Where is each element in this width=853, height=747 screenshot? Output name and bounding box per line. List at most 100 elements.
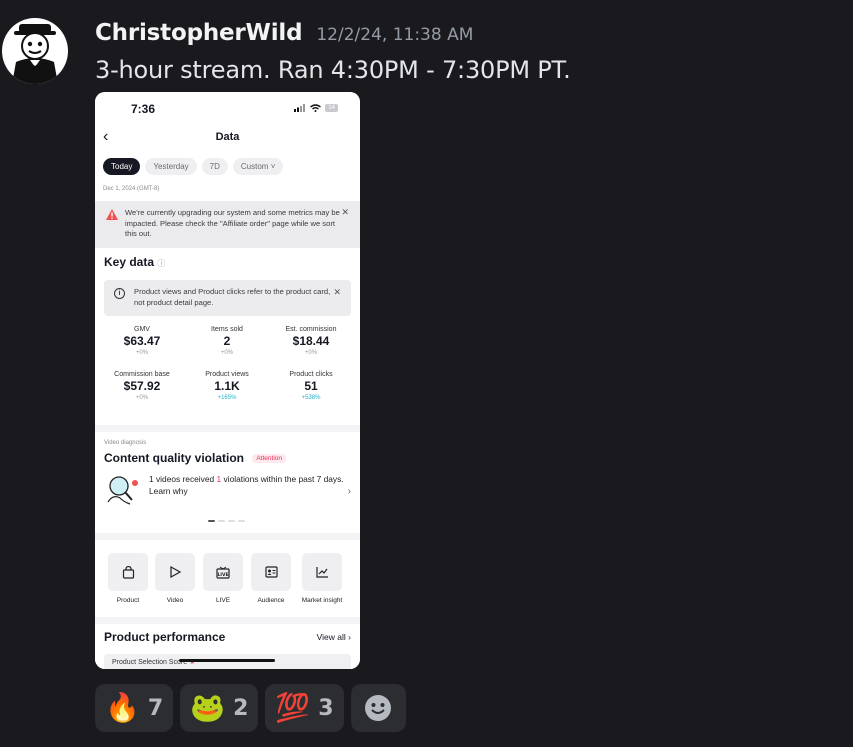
tool-live[interactable]: LIVE LIVE — [203, 553, 243, 604]
info-note: i Product views and Product clicks refer… — [104, 280, 351, 316]
shopping-bag-icon — [108, 553, 148, 591]
section-divider — [95, 617, 360, 624]
chevron-right-icon[interactable]: › — [348, 486, 351, 497]
message-text: 3-hour stream. Ran 4:30PM - 7:30PM PT. — [95, 56, 571, 84]
image-attachment[interactable]: 7:36 14 ‹ Data Today Yesterday 7D Custom… — [95, 92, 360, 669]
tab-yesterday[interactable]: Yesterday — [145, 158, 197, 175]
tool-product[interactable]: Product — [108, 553, 148, 604]
metric-value: $18.44 — [292, 334, 330, 348]
metric-value: 51 — [304, 379, 318, 393]
metric-label: Product views — [205, 371, 249, 378]
audience-card-icon — [251, 553, 291, 591]
wifi-icon — [310, 104, 322, 112]
add-reaction-button[interactable] — [350, 684, 406, 732]
reactions-bar: 🔥 7 🐸 2 💯 3 — [95, 684, 406, 732]
metric-delta: +0% — [135, 350, 149, 356]
metric-items-sold[interactable]: Items sold 2 +0% — [182, 326, 272, 356]
tool-market-insight[interactable]: Market insight — [302, 553, 342, 604]
fire-emoji-icon: 🔥 — [105, 691, 140, 724]
metric-product-clicks[interactable]: Product clicks 51 +538% — [266, 371, 356, 401]
carousel-dots — [208, 520, 245, 522]
close-icon[interactable]: ✕ — [333, 287, 341, 298]
metric-value: 2 — [223, 334, 231, 348]
battery-icon: 14 — [325, 104, 338, 112]
metric-value: $63.47 — [123, 334, 161, 348]
tool-audience[interactable]: Audience — [251, 553, 291, 604]
home-indicator — [179, 659, 275, 662]
play-icon — [155, 553, 195, 591]
metric-label: Commission base — [114, 371, 170, 378]
reaction-fire[interactable]: 🔥 7 — [95, 684, 174, 732]
status-time: 7:36 — [131, 102, 156, 116]
message-timestamp: 12/2/24, 11:38 AM — [316, 25, 474, 45]
reaction-hundred[interactable]: 💯 3 — [265, 684, 344, 732]
reaction-count: 7 — [147, 695, 164, 721]
close-icon[interactable]: ✕ — [341, 207, 349, 218]
view-all-link[interactable]: View all › — [317, 632, 351, 642]
metric-delta: +165% — [217, 395, 237, 401]
metric-delta: +0% — [135, 395, 149, 401]
metric-commission-base[interactable]: Commission base $57.92 +0% — [97, 371, 187, 401]
metric-label: Items sold — [211, 326, 243, 333]
metric-label: Product clicks — [289, 371, 333, 378]
metric-label: Est. commission — [285, 326, 337, 333]
carousel-dot[interactable] — [238, 520, 245, 522]
live-icon: LIVE — [203, 553, 243, 591]
key-data-title: Key data ⓘ — [104, 255, 165, 269]
date-tabs: Today Yesterday 7D Custom ˅ — [103, 158, 284, 175]
chevron-down-icon: ˅ — [270, 162, 276, 171]
metric-value: $57.92 — [123, 379, 161, 393]
metric-est-commission[interactable]: Est. commission $18.44 +0% — [266, 326, 356, 356]
reaction-count: 2 — [233, 695, 249, 721]
selection-score-label: Product Selection Score — [112, 659, 188, 666]
product-performance-title: Product performance — [104, 630, 226, 644]
key-data-label: Key data — [104, 255, 155, 269]
carousel-dot[interactable] — [228, 520, 235, 522]
video-diagnosis-label: Video diagnosis — [104, 440, 147, 446]
tab-custom[interactable]: Custom ˅ — [232, 158, 284, 175]
metric-product-views[interactable]: Product views 1.1K +165% — [182, 371, 272, 401]
warning-icon — [106, 209, 118, 220]
info-circle-icon: i — [114, 288, 125, 299]
tab-today[interactable]: Today — [103, 158, 141, 175]
metric-delta: +0% — [220, 350, 234, 356]
tab-7d[interactable]: 7D — [201, 158, 228, 175]
metric-value: 1.1K — [214, 379, 240, 393]
view-all-label: View all — [316, 632, 346, 642]
metric-label: GMV — [134, 326, 150, 333]
signal-icon — [294, 104, 306, 112]
tool-video[interactable]: Video — [155, 553, 195, 604]
magnifier-illustration-icon — [107, 476, 138, 505]
user-avatar[interactable] — [2, 18, 68, 84]
violation-title-text: Content quality violation — [104, 451, 244, 465]
phone-screenshot: 7:36 14 ‹ Data Today Yesterday 7D Custom… — [95, 92, 360, 669]
page-title: Data — [215, 131, 240, 143]
violation-title: Content quality violation Attention — [104, 451, 287, 465]
chevron-right-icon: › — [348, 632, 351, 642]
info-note-text: Product views and Product clicks refer t… — [134, 287, 331, 307]
section-divider — [95, 533, 360, 540]
metric-delta: +538% — [301, 395, 321, 401]
attention-badge: Attention — [252, 454, 287, 464]
smiley-icon — [365, 695, 392, 721]
violation-count: 1 — [216, 474, 222, 484]
username[interactable]: ChristopherWild — [95, 20, 303, 46]
violation-text[interactable]: 1 videos received 1 violations within th… — [149, 474, 360, 497]
message-header: ChristopherWild 12/2/24, 11:38 AM — [95, 20, 473, 46]
hundred-emoji-icon: 💯 — [275, 691, 311, 724]
reaction-frog[interactable]: 🐸 2 — [180, 684, 259, 732]
line-chart-icon — [302, 553, 342, 591]
info-icon[interactable]: ⓘ — [157, 259, 165, 268]
warning-banner: We're currently upgrading our system and… — [95, 201, 360, 248]
back-icon[interactable]: ‹ — [103, 128, 108, 146]
svg-text:LIVE: LIVE — [217, 572, 228, 578]
tool-label: Market insight — [301, 597, 343, 604]
violation-text-a: 1 videos received — [149, 474, 215, 484]
carousel-dot[interactable] — [218, 520, 225, 522]
metric-gmv[interactable]: GMV $63.47 +0% — [97, 326, 187, 356]
warning-text: We're currently upgrading our system and… — [125, 208, 340, 238]
reaction-count: 3 — [318, 695, 334, 721]
chat-message: ChristopherWild 12/2/24, 11:38 AM 3-hour… — [0, 0, 853, 747]
carousel-dot[interactable] — [208, 520, 215, 522]
nav-bar: ‹ Data — [95, 128, 360, 146]
